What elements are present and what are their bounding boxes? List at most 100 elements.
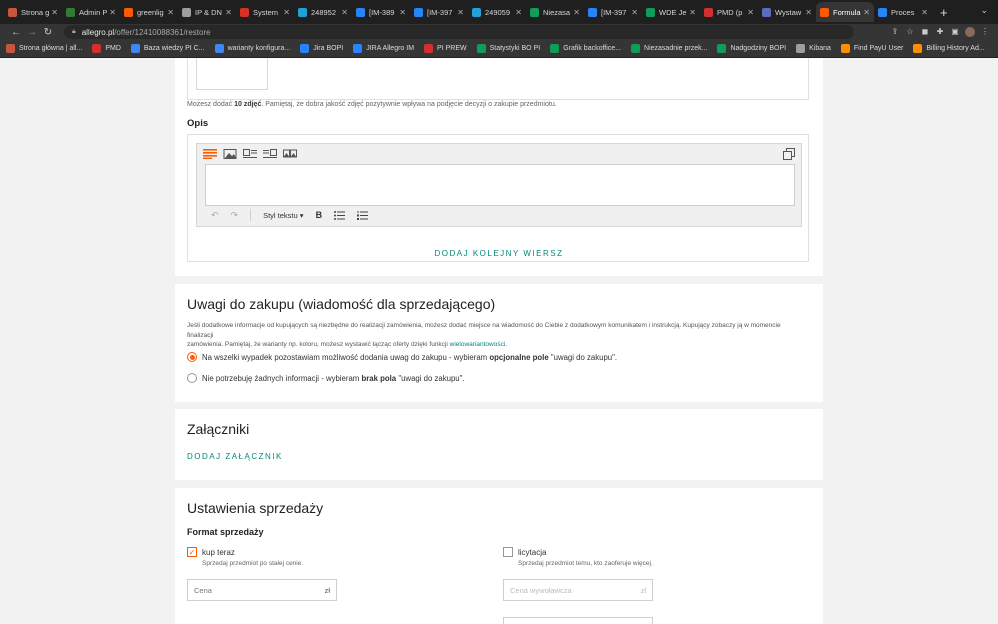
bookmark-item[interactable]: PMD [92,44,121,53]
tab-close-icon[interactable]: ✕ [631,8,638,17]
browser-tab[interactable]: Wystaw ✕ [758,2,816,22]
browser-tab[interactable]: Niezasa ✕ [526,2,584,22]
back-icon[interactable]: ← [8,27,24,38]
address-bar[interactable]: 🔒︎ allegro.pl/offer/12410088361/restore [64,25,854,39]
menu-icon[interactable]: ⋮ [980,27,990,37]
tab-close-icon[interactable]: ✕ [863,8,870,17]
bookmark-item[interactable]: Grafik backoffice... [550,44,621,53]
browser-tab[interactable]: [IM-389 ✕ [352,2,410,22]
bookmark-item[interactable]: Find PayU User [840,44,903,53]
tab-close-icon[interactable]: ✕ [225,8,232,17]
tab-close-icon[interactable]: ✕ [921,8,928,17]
duplicate-section-icon[interactable] [783,148,795,160]
attachments-heading: Załączniki [187,421,250,437]
browser-tab[interactable]: System ✕ [236,2,294,22]
bookmark-item[interactable]: Niezasadnie przek... [631,44,707,53]
photo-slot[interactable] [196,58,268,90]
checkbox-empty-icon[interactable] [503,547,513,557]
share-icon[interactable]: ⇪ [890,27,900,37]
radio-unselected-icon[interactable] [187,373,197,383]
description-text-area[interactable] [205,164,795,206]
photos-description-card: Możesz dodać 10 zdjęć. Pamiętaj, że dobr… [175,58,823,276]
tab-search-icon[interactable]: ⌄ [980,5,988,16]
browser-tab[interactable]: [IM-397 ✕ [410,2,468,22]
multivariant-link[interactable]: wielowariantowości [450,341,506,348]
tab-favicon-icon [878,7,887,17]
tab-close-icon[interactable]: ✕ [805,8,812,17]
notes-option-none[interactable]: Nie potrzebuję żadnych informacji - wybi… [187,373,465,383]
tab-close-icon[interactable]: ✕ [689,8,696,17]
bookmark-star-icon[interactable]: ☆ [905,27,915,37]
two-images-layout-icon[interactable] [283,149,297,159]
numbered-list-icon[interactable] [357,210,369,220]
browser-tab[interactable]: 249059 ✕ [468,2,526,22]
add-attachment-button[interactable]: DODAJ ZAŁĄCZNIK [187,452,283,461]
new-tab-button[interactable]: + [940,5,948,20]
browser-tab[interactable]: WDE Je ✕ [642,2,700,22]
hint-prefix: Możesz dodać [187,101,233,108]
text-layout-icon[interactable] [203,149,217,159]
bookmark-item[interactable]: warianty konfigura... [214,44,290,53]
bookmark-item[interactable]: Nadgodziny BOPI [717,44,786,53]
sidebar-icon[interactable]: ▣ [950,27,960,37]
bookmark-favicon-icon [476,44,486,53]
next-field[interactable] [503,617,653,624]
bookmark-item[interactable]: PI PREW [424,44,467,53]
browser-tab[interactable]: Admin P ✕ [62,2,120,22]
browser-tab[interactable]: 248952 ✕ [294,2,352,22]
browser-tab[interactable]: greenlig ✕ [120,2,178,22]
bookmark-item[interactable]: Baza wiedzy PI C... [130,44,205,53]
sale-format-heading: Format sprzedaży [187,527,264,537]
image-layout-icon[interactable] [223,149,237,159]
radio-selected-icon[interactable] [187,352,197,362]
buy-now-checkbox[interactable]: ✓ kup teraz [187,547,235,557]
price-placeholder: Cena [194,585,212,595]
tab-close-icon[interactable]: ✕ [283,8,290,17]
forward-icon[interactable]: → [24,27,40,38]
bookmark-item[interactable]: JIRA Allegro IM [353,44,414,53]
reload-icon[interactable]: ↻ [40,27,56,38]
extension-shield-icon[interactable]: ◼ [920,27,930,37]
bookmark-favicon-icon [214,44,224,53]
bookmark-item[interactable]: Statystyki BO PI [476,44,540,53]
bookmark-favicon-icon [913,44,923,53]
bookmark-item[interactable]: Jira BOPI [300,44,343,53]
bookmarks-bar: Strona główna | all... PMD Baza wiedzy PI … [0,40,998,58]
tab-title: Admin P [79,7,108,17]
tab-close-icon[interactable]: ✕ [515,8,522,17]
browser-tab[interactable]: Formula ✕ [816,2,874,22]
notes-option-optional[interactable]: Na wszelki wypadek pozostawiam możliwość… [187,352,617,362]
browser-tab[interactable]: [IM-397 ✕ [584,2,642,22]
tab-close-icon[interactable]: ✕ [457,8,464,17]
extensions-puzzle-icon[interactable]: ✚ [935,27,945,37]
text-image-layout-icon[interactable] [263,149,277,159]
checkmark-icon[interactable]: ✓ [187,547,197,557]
price-field[interactable]: Cena zł [187,579,337,601]
start-price-field[interactable]: Cena wywoławcza zł [503,579,653,601]
browser-tab[interactable]: Proces ✕ [874,2,932,22]
tab-favicon-icon [356,7,365,17]
auction-checkbox[interactable]: licytacja [503,547,546,557]
bookmark-item[interactable]: Strona główna | all... [6,44,82,53]
browser-tab[interactable]: IP & DN ✕ [178,2,236,22]
redo-icon[interactable]: ↷ [231,210,239,221]
hint-suffix: . Pamiętaj, że dobra jakość zdjęć pozyty… [261,101,557,108]
add-row-button[interactable]: DODAJ KOLEJNY WIERSZ [435,249,564,258]
bullet-list-icon[interactable] [334,210,346,220]
tab-close-icon[interactable]: ✕ [399,8,406,17]
tab-close-icon[interactable]: ✕ [341,8,348,17]
profile-avatar[interactable] [965,27,975,37]
bold-button[interactable]: B [316,210,323,220]
undo-icon[interactable]: ↶ [211,210,219,221]
tab-close-icon[interactable]: ✕ [573,8,580,17]
bookmark-item[interactable]: Billing History Ad... [913,44,985,53]
bookmark-item[interactable]: Kibana [796,44,831,53]
browser-tab[interactable]: PMD (p ✕ [700,2,758,22]
tab-close-icon[interactable]: ✕ [109,8,116,17]
tab-close-icon[interactable]: ✕ [167,8,174,17]
image-text-layout-icon[interactable] [243,149,257,159]
text-style-dropdown[interactable]: Styl tekstu ▾ [263,211,303,220]
browser-tab[interactable]: Strona g ✕ [4,2,62,22]
tab-close-icon[interactable]: ✕ [747,8,754,17]
tab-close-icon[interactable]: ✕ [51,8,58,17]
